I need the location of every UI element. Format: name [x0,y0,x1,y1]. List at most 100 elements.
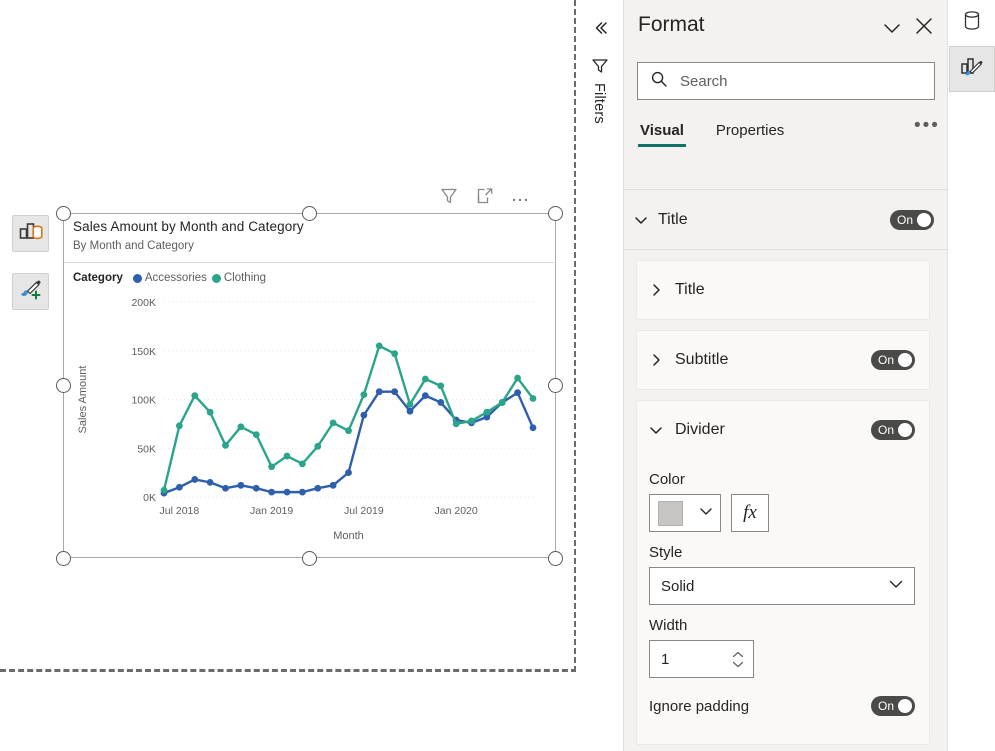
conditional-formatting-fx-button[interactable]: fx [731,494,769,532]
ignore-padding-row: Ignore padding On [649,682,915,730]
toggle-knob [898,423,912,437]
toggle-knob [898,353,912,367]
toggle-ignore-padding-state: On [878,699,895,713]
chevron-down-icon [649,423,663,437]
svg-text:Jan 2020: Jan 2020 [435,505,478,517]
resize-handle-bottom-left [56,551,71,566]
stepper-arrows[interactable] [732,651,744,668]
card-label-title: Title [675,281,705,298]
label-style: Style [649,544,683,561]
divider-style-select[interactable]: Solid [649,567,915,605]
chevron-right-icon [649,353,663,367]
divider-width-value: 1 [661,650,670,668]
toggle-knob [898,699,912,713]
tab-visual[interactable]: Visual [638,118,686,147]
svg-text:100K: 100K [131,395,156,407]
card-divider[interactable]: Divider On Color fx Style Solid Width 1 … [636,400,930,745]
resize-handle-top-center [302,206,317,221]
page-boundary-right [574,0,576,672]
legend-swatch-accessories [132,273,142,283]
color-row: fx [649,494,915,532]
resize-handle-middle-right [548,378,563,393]
collapse-pane-icon[interactable] [588,16,612,40]
card-title[interactable]: Title [636,260,930,320]
svg-text:50K: 50K [137,443,156,455]
svg-text:Month: Month [333,530,364,542]
format-pane-tabs: Visual Properties ••• [624,116,947,164]
format-pane-body[interactable]: Title On Title Subtitle On Divider On Co… [624,190,947,751]
filters-pane-collapsed[interactable]: Filters [577,0,624,751]
card-label-subtitle: Subtitle [675,351,729,368]
card-header-divider[interactable]: Divider On [649,401,915,459]
format-visual-icon [959,54,985,85]
legend-title: Category [73,272,123,284]
svg-text:200K: 200K [131,297,156,309]
card-label-divider: Divider [675,421,725,438]
chevron-right-icon [649,283,663,297]
format-pane-header: Format [624,0,947,52]
data-pane-button[interactable] [949,0,995,46]
legend-label-clothing: Clothing [223,272,267,284]
tab-properties[interactable]: Properties [714,118,786,147]
svg-text:Sales Amount: Sales Amount [77,366,89,434]
format-pane[interactable]: Format Visual Prope [624,0,948,751]
toggle-divider[interactable]: On [871,420,915,440]
report-canvas[interactable]: … Sales Amount by Month and Category By … [0,0,576,751]
focus-mode-icon[interactable] [474,185,496,207]
svg-text:150K: 150K [131,346,156,358]
chevron-down-icon [888,576,904,596]
legend-label-accessories: Accessories [144,272,207,284]
chevron-down-icon [699,504,713,523]
section-header-title[interactable]: Title On [624,190,947,250]
svg-text:Jan 2019: Jan 2019 [250,505,293,517]
build-visual-icon [19,220,43,247]
chart-svg: 0K 50K 100K 150K 200K Sales Amount Jul 2018 Jan… [77,297,537,542]
toggle-subtitle-state: On [878,353,895,367]
more-options-icon[interactable]: … [510,185,532,207]
toggle-divider-state: On [878,423,895,437]
svg-text:0K: 0K [143,492,156,504]
visual-header-icons: … [438,185,532,207]
format-pane-more-options-icon[interactable]: ••• [914,116,940,135]
color-swatch [658,500,683,526]
format-paintbrush-icon [18,277,43,306]
chart-plot-area[interactable]: 0K 50K 100K 150K 200K Sales Amount Jul 2018 Jan… [64,289,557,557]
page-title: Format [638,13,705,36]
format-visual-button[interactable] [12,273,49,310]
card-header-subtitle[interactable]: Subtitle On [649,331,915,389]
filters-pane-label[interactable]: Filters [591,83,607,124]
resize-handle-bottom-center [302,551,317,566]
svg-text:Jul 2019: Jul 2019 [344,505,384,517]
chevron-down-icon [732,661,744,667]
section-label-title: Title [658,210,688,228]
filter-icon[interactable] [438,185,460,207]
chevron-up-icon [732,651,744,657]
search-input[interactable] [678,71,908,91]
divider-width-stepper[interactable]: 1 [649,640,754,678]
toggle-ignore-padding[interactable]: On [871,696,915,716]
search-box[interactable] [637,62,935,100]
resize-handle-middle-left [56,378,71,393]
format-pane-button[interactable] [949,46,995,92]
toggle-title[interactable]: On [890,209,934,230]
toggle-subtitle[interactable]: On [871,350,915,370]
visual-title: Sales Amount by Month and Category [73,219,304,234]
pane-switcher-rail [949,0,995,751]
filter-funnel-icon[interactable] [590,56,610,76]
resize-handle-bottom-right [548,551,563,566]
build-visual-button[interactable] [12,215,49,252]
card-subtitle[interactable]: Subtitle On [636,330,930,390]
search-icon [650,70,668,93]
legend-item-accessories[interactable]: Accessories [132,272,207,284]
divider-style-value: Solid [661,577,695,595]
card-header-title[interactable]: Title [649,261,915,319]
close-icon[interactable] [912,14,936,43]
resize-handle-top-right [548,206,563,221]
line-chart-visual[interactable]: Sales Amount by Month and Category By Mo… [63,213,557,558]
legend-item-clothing[interactable]: Clothing [211,272,267,284]
label-color: Color [649,471,685,488]
divider-color-picker[interactable] [649,494,721,532]
visual-title-divider [64,262,557,263]
chevron-down-icon[interactable] [880,16,904,45]
chevron-down-icon [634,213,648,227]
